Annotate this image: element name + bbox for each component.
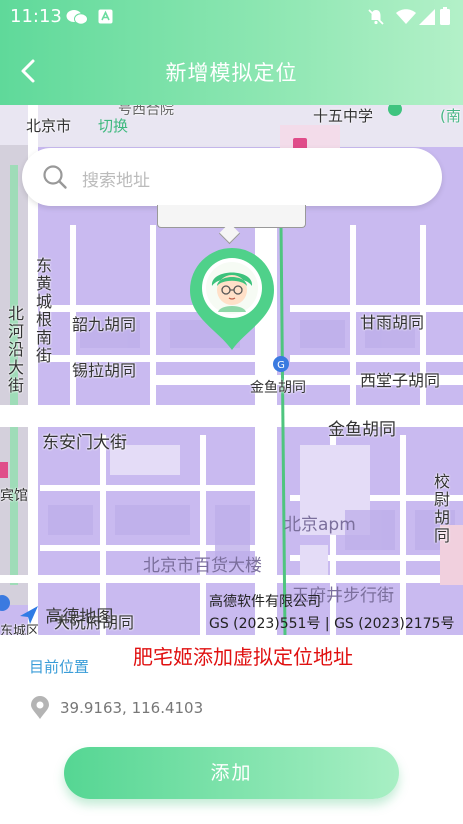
map-label: 金鱼胡同 <box>250 380 306 396</box>
signal-icon <box>419 9 435 25</box>
overlay-caption: 肥宅姬添加虚拟定位地址 <box>133 645 353 669</box>
map-label: 北京apm <box>284 515 356 535</box>
map-label: 十五中学 <box>313 107 374 125</box>
map-label: 东安门大街 <box>42 433 127 453</box>
location-pin-icon[interactable] <box>188 246 276 354</box>
map-label: 韶九胡同 <box>72 315 137 334</box>
amap-logo: 高德地图 <box>18 602 113 627</box>
amap-logo-icon <box>20 606 38 624</box>
map-label: 宾馆 <box>0 488 28 504</box>
location-callout <box>157 205 306 245</box>
map-label: (南 <box>440 107 461 125</box>
title-bar: 新增模拟定位 <box>0 40 463 100</box>
map-label: 北京市百货大楼 <box>143 556 262 576</box>
map-label: 东黄城根南街 <box>33 257 52 365</box>
battery-icon <box>440 7 450 25</box>
current-location-label: 目前位置 <box>29 658 90 676</box>
app-notification-icon <box>98 9 113 24</box>
map-label: 校尉胡同 <box>431 473 450 545</box>
svg-text:G: G <box>277 360 285 371</box>
coordinates-value: 39.9163, 116.4103 <box>60 699 204 717</box>
mute-icon <box>368 9 384 25</box>
map-label: 号西合院 <box>118 105 174 118</box>
page-title: 新增模拟定位 <box>165 61 298 85</box>
status-bar: 11:13 <box>0 0 463 33</box>
location-marker-icon <box>31 696 49 719</box>
wifi-icon <box>396 9 416 24</box>
map-credit-company: 高德软件有限公司 <box>209 594 321 610</box>
amap-logo-text: 高德地图 <box>45 607 114 627</box>
map-label: 甘雨胡同 <box>360 313 425 332</box>
map-label: 西堂子胡同 <box>360 371 441 390</box>
search-bar[interactable]: 搜索地址 <box>22 148 442 206</box>
add-button[interactable]: 添加 <box>64 747 399 799</box>
search-input[interactable]: 搜索地址 <box>82 166 150 191</box>
map-label: 北河沿大街 <box>5 305 24 395</box>
app-header: 11:13 新增模拟定位 <box>0 0 463 105</box>
status-time: 11:13 <box>10 6 62 27</box>
map-label: 锡拉胡同 <box>72 361 137 380</box>
map-credit-gs: GS (2023)551号 | GS (2023)2175号 <box>209 616 455 632</box>
search-icon <box>43 165 67 189</box>
map-label: 金鱼胡同 <box>328 420 396 440</box>
map-label: 北京市 <box>26 117 72 135</box>
wechat-icon <box>66 10 88 25</box>
